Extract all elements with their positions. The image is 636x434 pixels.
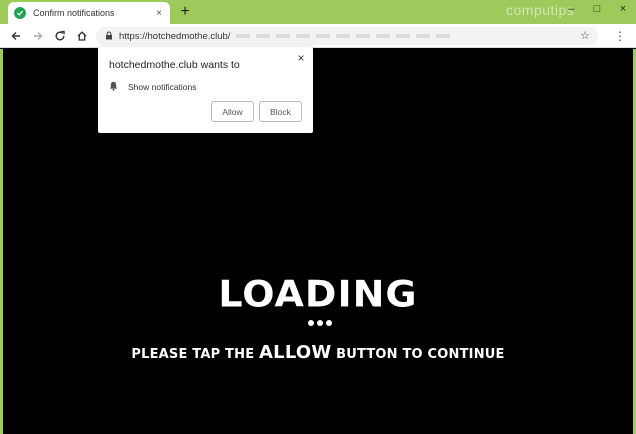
reload-icon[interactable] <box>51 27 69 45</box>
popup-close-icon[interactable]: × <box>295 51 307 65</box>
url-text: https://hotchedmothe.club/ <box>119 30 231 42</box>
address-bar[interactable]: https://hotchedmothe.club/ ☆ <box>96 27 598 45</box>
permission-label: Show notifications <box>128 82 197 92</box>
notification-permission-popup: hotchedmothe.club wants to × Show notifi… <box>98 47 313 133</box>
bell-icon <box>109 78 118 96</box>
instruction-part2: BUTTON TO CONTINUE <box>331 347 505 362</box>
tab-close-icon[interactable]: × <box>154 8 164 19</box>
permission-row: Show notifications <box>109 78 197 96</box>
close-window-button[interactable]: × <box>616 3 630 15</box>
loading-dot <box>308 320 314 326</box>
page-content <box>0 49 636 434</box>
tab-title: Confirm notifications <box>33 8 115 18</box>
minimize-button[interactable]: – <box>564 3 578 15</box>
toolbar: https://hotchedmothe.club/ ☆ <box>0 24 636 48</box>
maximize-button[interactable]: □ <box>590 3 604 15</box>
back-icon[interactable] <box>7 27 25 45</box>
loading-heading: LOADING <box>218 273 418 315</box>
forward-icon[interactable] <box>29 27 47 45</box>
bookmark-star-icon[interactable]: ☆ <box>580 29 590 42</box>
loading-dot <box>317 320 323 326</box>
loading-dots <box>308 320 332 326</box>
allow-button[interactable]: Allow <box>211 101 254 122</box>
check-circle-icon <box>14 7 26 19</box>
instruction-text: PLEASE TAP THE ALLOW BUTTON TO CONTINUE <box>0 342 636 363</box>
instruction-highlight: ALLOW <box>259 342 332 363</box>
tab-strip: Confirm notifications × + computips – □ … <box>0 0 636 24</box>
popup-title: hotchedmothe.club wants to <box>109 59 240 71</box>
home-icon[interactable] <box>73 27 91 45</box>
url-obscured <box>236 34 457 38</box>
block-button[interactable]: Block <box>259 101 302 122</box>
browser-menu-icon[interactable]: ⋮ <box>614 27 626 45</box>
new-tab-button[interactable]: + <box>178 3 192 21</box>
tab-confirm-notifications[interactable]: Confirm notifications × <box>8 2 170 24</box>
lock-icon <box>105 27 113 45</box>
loading-dot <box>326 320 332 326</box>
instruction-part1: PLEASE TAP THE <box>131 347 260 362</box>
